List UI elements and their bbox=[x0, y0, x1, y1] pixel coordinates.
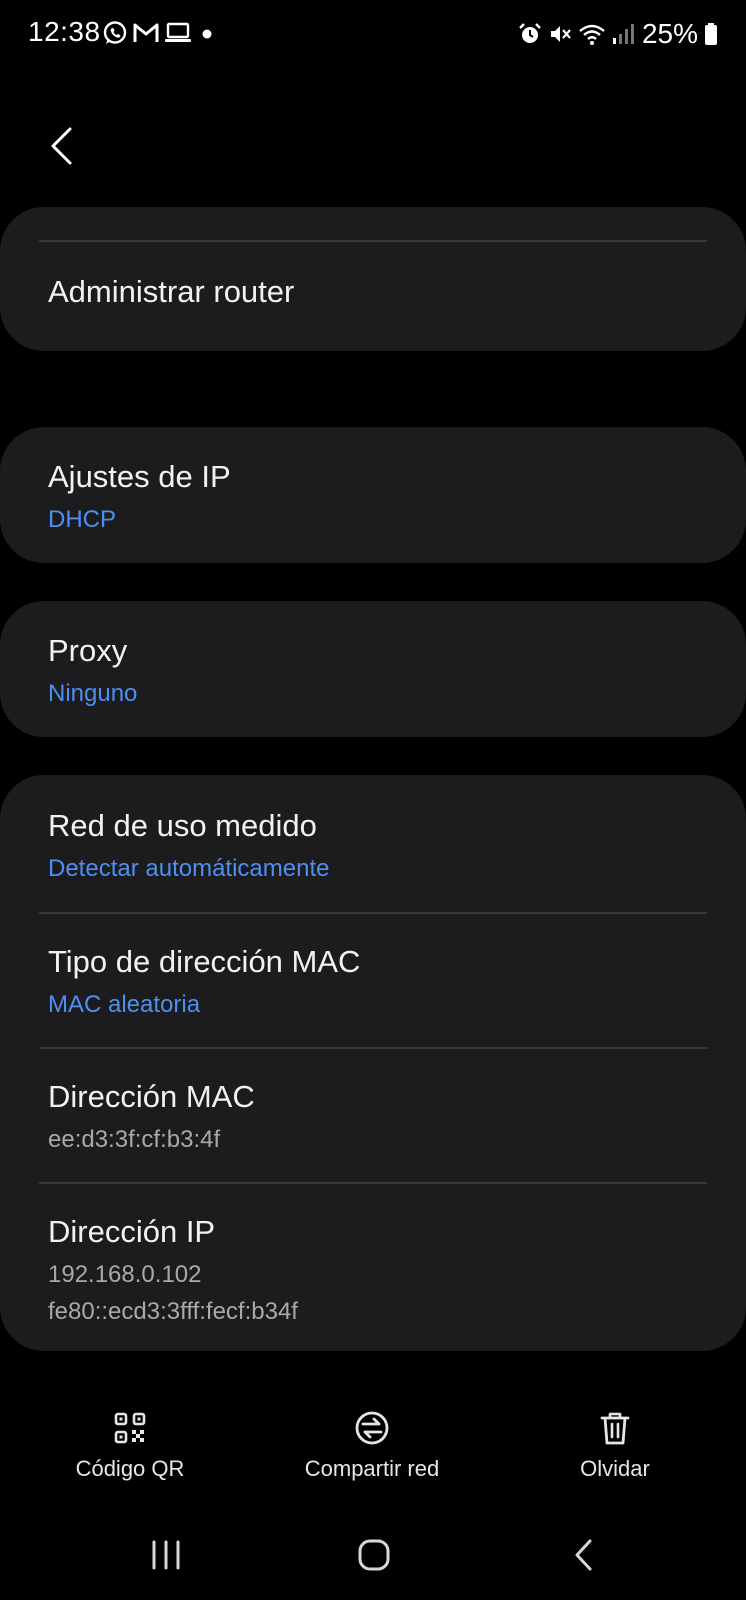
recent-apps-icon bbox=[152, 1540, 180, 1570]
navigation-bar bbox=[0, 1530, 746, 1580]
mac-address-value: ee:d3:3f:cf:b3:4f bbox=[48, 1126, 221, 1153]
qr-code-button[interactable]: Código QR bbox=[30, 1408, 230, 1488]
manage-router-label: Administrar router bbox=[48, 274, 295, 309]
forget-network-button[interactable]: Olvidar bbox=[515, 1408, 715, 1488]
mac-type-row[interactable]: Tipo de dirección MAC MAC aleatoria bbox=[0, 914, 746, 1048]
chevron-left-icon bbox=[51, 127, 72, 165]
bottom-actions: Código QR Compartir red Olvidar bbox=[0, 1408, 746, 1488]
forget-network-label: Olvidar bbox=[580, 1456, 650, 1481]
dot-icon bbox=[202, 29, 212, 39]
home-button[interactable] bbox=[344, 1530, 404, 1580]
laptop-icon bbox=[165, 22, 191, 42]
mac-address-title: Dirección MAC bbox=[48, 1079, 255, 1114]
ip-address-title: Dirección IP bbox=[48, 1214, 216, 1249]
mac-type-title: Tipo de dirección MAC bbox=[48, 944, 361, 979]
whatsapp-icon bbox=[103, 21, 127, 44]
back-button[interactable] bbox=[36, 118, 86, 174]
ip-settings-card[interactable]: Ajustes de IP DHCP bbox=[0, 427, 746, 563]
nav-back-icon bbox=[575, 1539, 592, 1571]
metered-network-title: Red de uso medido bbox=[48, 808, 317, 843]
mute-icon bbox=[550, 26, 571, 42]
qr-code-icon bbox=[114, 1412, 146, 1444]
battery-percent: 25% bbox=[641, 18, 698, 49]
proxy-value: Ninguno bbox=[48, 680, 138, 707]
nav-back-button[interactable] bbox=[554, 1530, 614, 1580]
status-bar: 12:38 25% bbox=[0, 0, 746, 70]
share-network-icon bbox=[355, 1411, 389, 1445]
home-icon bbox=[358, 1539, 390, 1571]
share-network-button[interactable]: Compartir red bbox=[272, 1408, 472, 1488]
system-icons: 25% bbox=[518, 18, 718, 50]
mac-address-row: Dirección MAC ee:d3:3f:cf:b3:4f bbox=[0, 1049, 746, 1182]
battery-icon bbox=[705, 23, 717, 45]
qr-code-label: Código QR bbox=[75, 1456, 185, 1481]
notification-icons bbox=[102, 20, 217, 46]
ip-address-row: Dirección IP 192.168.0.102 fe80::ecd3:3f… bbox=[0, 1184, 746, 1351]
status-time: 12:38 bbox=[28, 16, 101, 47]
proxy-title: Proxy bbox=[48, 633, 128, 668]
mac-type-value: MAC aleatoria bbox=[48, 991, 201, 1018]
router-card: Administrar router bbox=[0, 207, 746, 351]
network-details-card: Red de uso medido Detectar automáticamen… bbox=[0, 775, 746, 1351]
metered-network-row[interactable]: Red de uso medido Detectar automáticamen… bbox=[0, 775, 746, 912]
share-network-label: Compartir red bbox=[304, 1456, 440, 1481]
ipv6-address-value: fe80::ecd3:3fff:fecf:b34f bbox=[48, 1298, 298, 1325]
manage-router-row[interactable]: Administrar router bbox=[0, 241, 746, 351]
ip-settings-value: DHCP bbox=[48, 506, 117, 533]
wifi-icon bbox=[579, 24, 605, 45]
ip-settings-title: Ajustes de IP bbox=[48, 459, 231, 494]
trash-icon bbox=[600, 1412, 630, 1445]
metered-network-value: Detectar automáticamente bbox=[48, 855, 330, 882]
signal-icon bbox=[612, 24, 634, 44]
recent-apps-button[interactable] bbox=[136, 1530, 196, 1580]
gmail-icon bbox=[133, 23, 159, 42]
alarm-icon bbox=[519, 23, 541, 43]
proxy-card[interactable]: Proxy Ninguno bbox=[0, 601, 746, 737]
ipv4-address-value: 192.168.0.102 bbox=[48, 1261, 202, 1288]
